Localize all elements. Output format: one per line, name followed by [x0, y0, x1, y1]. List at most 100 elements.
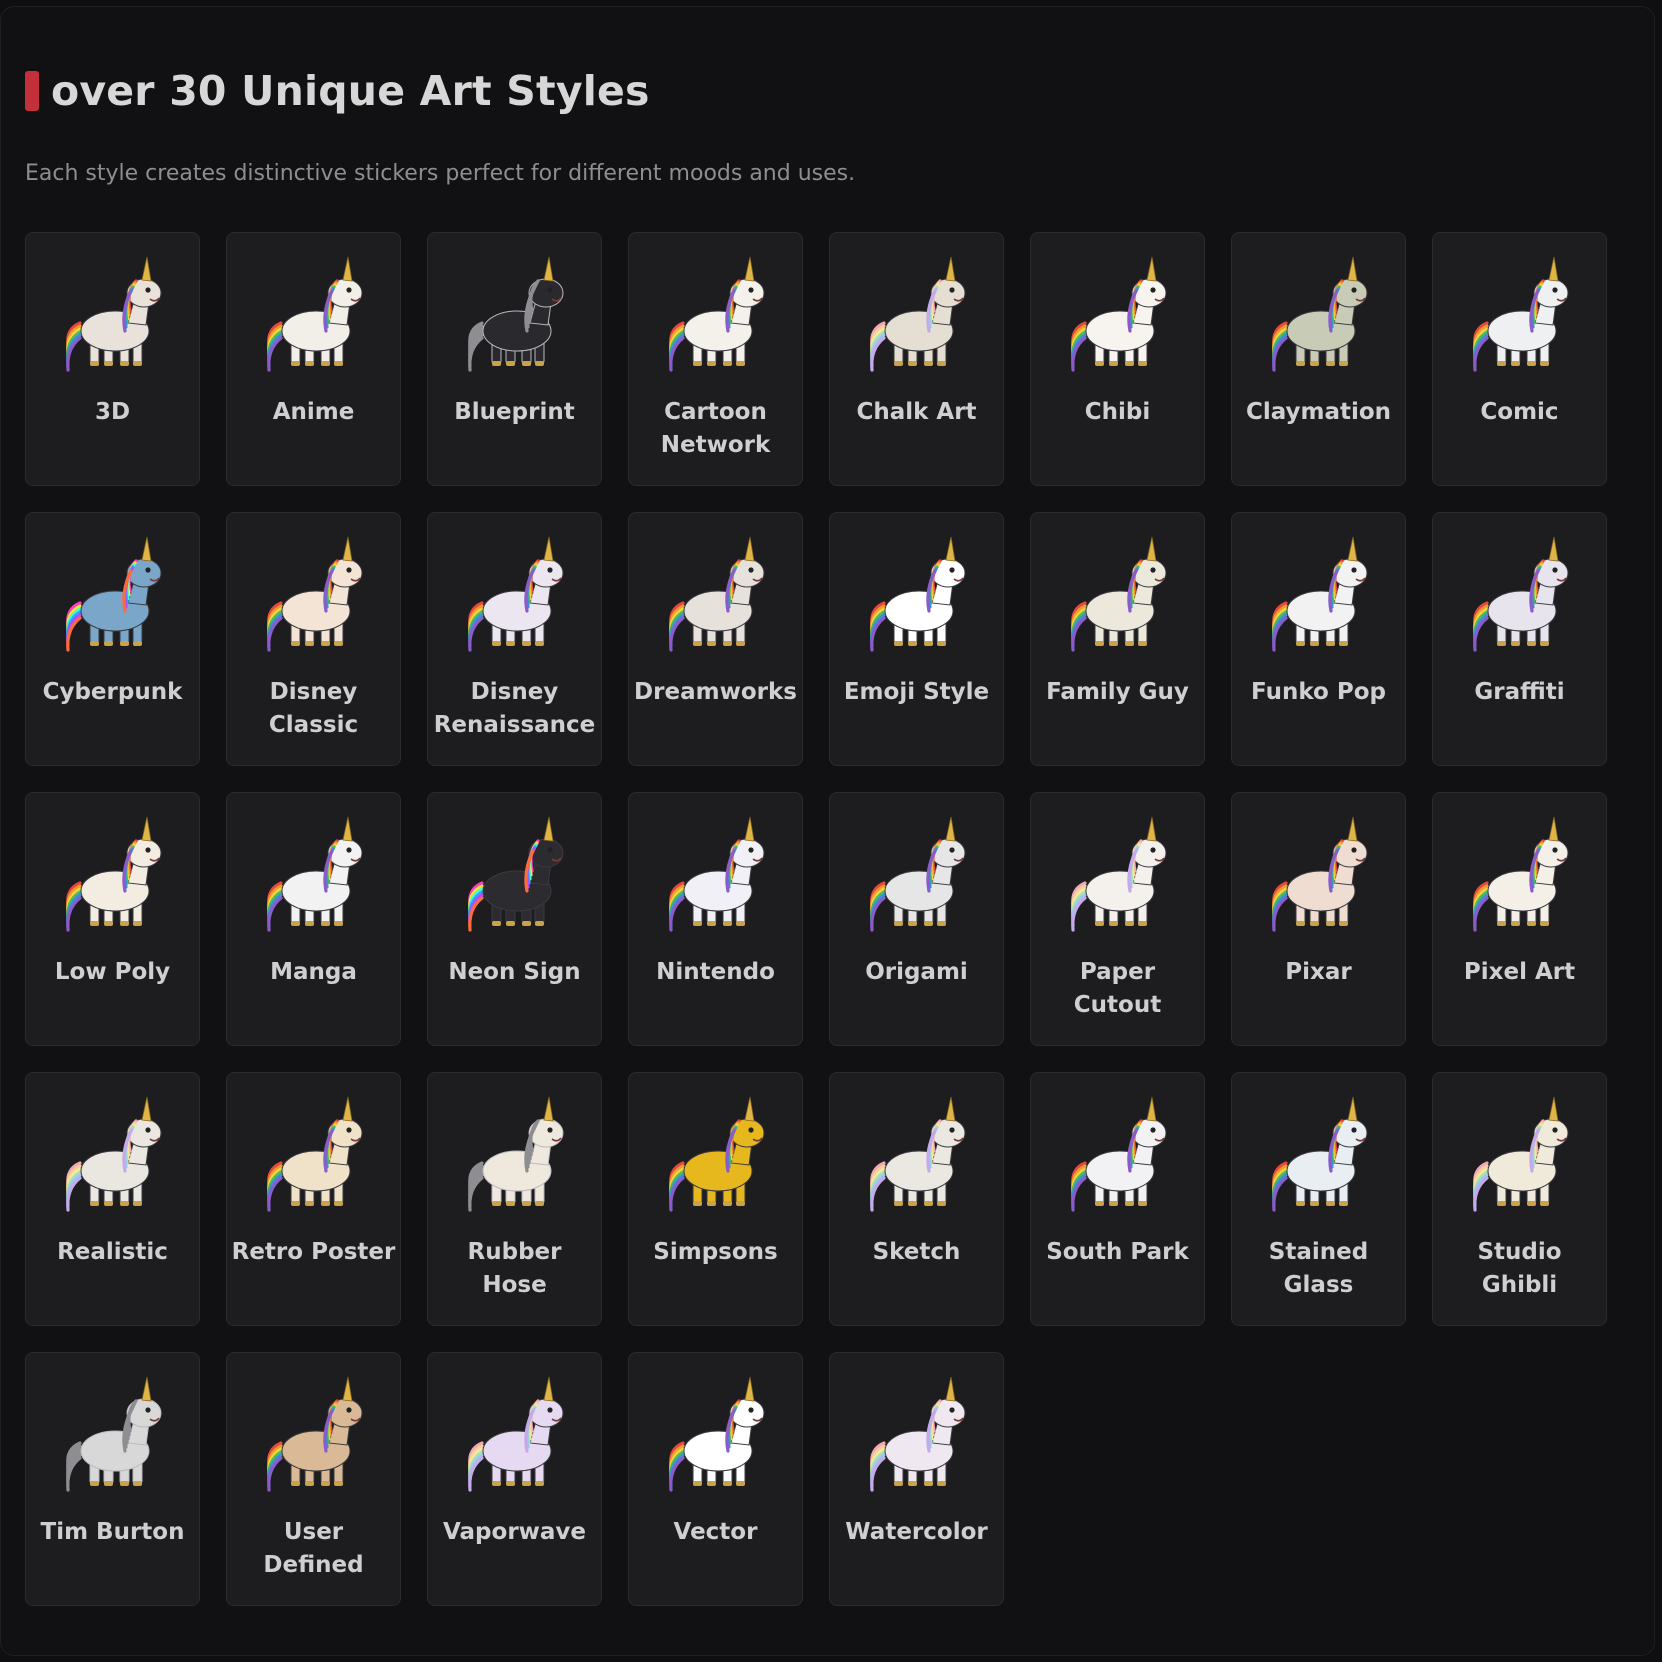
unicorn-family-guy-icon	[1071, 536, 1167, 652]
unicorn-neon-sign-icon	[468, 816, 564, 932]
unicorn-chalk-art-icon	[870, 256, 966, 372]
style-card-chibi[interactable]: Chibi	[1030, 232, 1205, 486]
unicorn-pixar-icon	[1272, 816, 1368, 932]
unicorn-tim-burton-icon	[66, 1376, 162, 1492]
unicorn-realistic-icon	[66, 1096, 162, 1212]
style-card-label: Comic	[1480, 399, 1559, 425]
unicorn-comic-icon	[1473, 256, 1569, 372]
style-card-label: 3D	[94, 399, 131, 425]
section-header: over 30 Unique Art Styles	[25, 67, 650, 115]
style-card-label: Realistic	[57, 1239, 168, 1265]
style-card-claymation[interactable]: Claymation	[1231, 232, 1406, 486]
style-card-cyberpunk[interactable]: Cyberpunk	[25, 512, 200, 766]
style-card-label: Vaporwave	[442, 1519, 587, 1545]
style-card-label: Cartoon Network	[660, 399, 771, 458]
style-card-label: Disney Renaissance	[433, 679, 596, 738]
unicorn-south-park-icon	[1071, 1096, 1167, 1212]
style-card-watercolor[interactable]: Watercolor	[829, 1352, 1004, 1606]
style-card-vector[interactable]: Vector	[628, 1352, 803, 1606]
art-styles-panel: over 30 Unique Art Styles Each style cre…	[0, 6, 1655, 1656]
unicorn-nintendo-icon	[669, 816, 765, 932]
style-card-retro-poster[interactable]: Retro Poster	[226, 1072, 401, 1326]
style-card-comic[interactable]: Comic	[1432, 232, 1607, 486]
style-card-label: Origami	[865, 959, 968, 985]
style-card-neon-sign[interactable]: Neon Sign	[427, 792, 602, 1046]
unicorn-graffiti-icon	[1473, 536, 1569, 652]
style-card-manga[interactable]: Manga	[226, 792, 401, 1046]
style-card-graffiti[interactable]: Graffiti	[1432, 512, 1607, 766]
unicorn-manga-icon	[267, 816, 363, 932]
unicorn-cyberpunk-icon	[66, 536, 162, 652]
style-card-cartoon-network[interactable]: Cartoon Network	[628, 232, 803, 486]
style-card-label: Family Guy	[1046, 679, 1189, 705]
unicorn-paper-cutout-icon	[1071, 816, 1167, 932]
section-subtitle: Each style creates distinctive stickers …	[25, 161, 856, 186]
style-card-rubber-hose[interactable]: Rubber Hose	[427, 1072, 602, 1326]
style-card-south-park[interactable]: South Park	[1030, 1072, 1205, 1326]
style-card-label: Watercolor	[845, 1519, 988, 1545]
style-card-emoji-style[interactable]: Emoji Style	[829, 512, 1004, 766]
unicorn-low-poly-icon	[66, 816, 162, 932]
style-card-label: Dreamworks	[634, 679, 797, 705]
style-card-label: Stained Glass	[1268, 1239, 1369, 1298]
style-card-label: Emoji Style	[843, 679, 990, 705]
unicorn-3d-icon	[66, 256, 162, 372]
style-card-label: Vector	[673, 1519, 758, 1545]
style-card-sketch[interactable]: Sketch	[829, 1072, 1004, 1326]
style-card-paper-cutout[interactable]: Paper Cutout	[1030, 792, 1205, 1046]
style-card-label: Sketch	[872, 1239, 961, 1265]
accent-bar	[25, 71, 39, 111]
style-card-label: Pixel Art	[1463, 959, 1576, 985]
style-card-label: Blueprint	[454, 399, 575, 425]
style-card-low-poly[interactable]: Low Poly	[25, 792, 200, 1046]
style-card-studio-ghibli[interactable]: Studio Ghibli	[1432, 1072, 1607, 1326]
style-card-origami[interactable]: Origami	[829, 792, 1004, 1046]
style-card-label: Retro Poster	[231, 1239, 396, 1265]
style-card-label: Pixar	[1285, 959, 1352, 985]
style-card-label: Neon Sign	[448, 959, 581, 985]
style-card-family-guy[interactable]: Family Guy	[1030, 512, 1205, 766]
style-card-user-defined[interactable]: User Defined	[226, 1352, 401, 1606]
style-card-label: Nintendo	[656, 959, 775, 985]
style-card-label: Graffiti	[1474, 679, 1565, 705]
unicorn-chibi-icon	[1071, 256, 1167, 372]
unicorn-anime-icon	[267, 256, 363, 372]
style-card-label: Chalk Art	[856, 399, 977, 425]
unicorn-funko-pop-icon	[1272, 536, 1368, 652]
style-card-label: Low Poly	[54, 959, 171, 985]
style-card-nintendo[interactable]: Nintendo	[628, 792, 803, 1046]
style-card-blueprint[interactable]: Blueprint	[427, 232, 602, 486]
style-card-stained-glass[interactable]: Stained Glass	[1231, 1072, 1406, 1326]
unicorn-cartoon-network-icon	[669, 256, 765, 372]
style-card-label: Disney Classic	[268, 679, 359, 738]
unicorn-claymation-icon	[1272, 256, 1368, 372]
style-card-funko-pop[interactable]: Funko Pop	[1231, 512, 1406, 766]
style-card-label: Paper Cutout	[1073, 959, 1162, 1018]
style-card-vaporwave[interactable]: Vaporwave	[427, 1352, 602, 1606]
style-card-disney-classic[interactable]: Disney Classic	[226, 512, 401, 766]
style-card-3d[interactable]: 3D	[25, 232, 200, 486]
style-card-chalk-art[interactable]: Chalk Art	[829, 232, 1004, 486]
style-card-simpsons[interactable]: Simpsons	[628, 1072, 803, 1326]
unicorn-rubber-hose-icon	[468, 1096, 564, 1212]
style-card-pixar[interactable]: Pixar	[1231, 792, 1406, 1046]
unicorn-origami-icon	[870, 816, 966, 932]
style-card-label: Anime	[272, 399, 355, 425]
style-card-label: Chibi	[1084, 399, 1151, 425]
unicorn-sketch-icon	[870, 1096, 966, 1212]
unicorn-studio-ghibli-icon	[1473, 1096, 1569, 1212]
style-card-realistic[interactable]: Realistic	[25, 1072, 200, 1326]
style-card-pixel-art[interactable]: Pixel Art	[1432, 792, 1607, 1046]
unicorn-simpsons-icon	[669, 1096, 765, 1212]
style-card-label: User Defined	[263, 1519, 364, 1578]
style-card-disney-renaissance[interactable]: Disney Renaissance	[427, 512, 602, 766]
style-card-label: South Park	[1046, 1239, 1189, 1265]
unicorn-user-defined-icon	[267, 1376, 363, 1492]
style-card-anime[interactable]: Anime	[226, 232, 401, 486]
style-card-label: Cyberpunk	[42, 679, 183, 705]
style-card-dreamworks[interactable]: Dreamworks	[628, 512, 803, 766]
unicorn-dreamworks-icon	[669, 536, 765, 652]
style-card-tim-burton[interactable]: Tim Burton	[25, 1352, 200, 1606]
unicorn-blueprint-icon	[468, 256, 564, 372]
unicorn-emoji-style-icon	[870, 536, 966, 652]
